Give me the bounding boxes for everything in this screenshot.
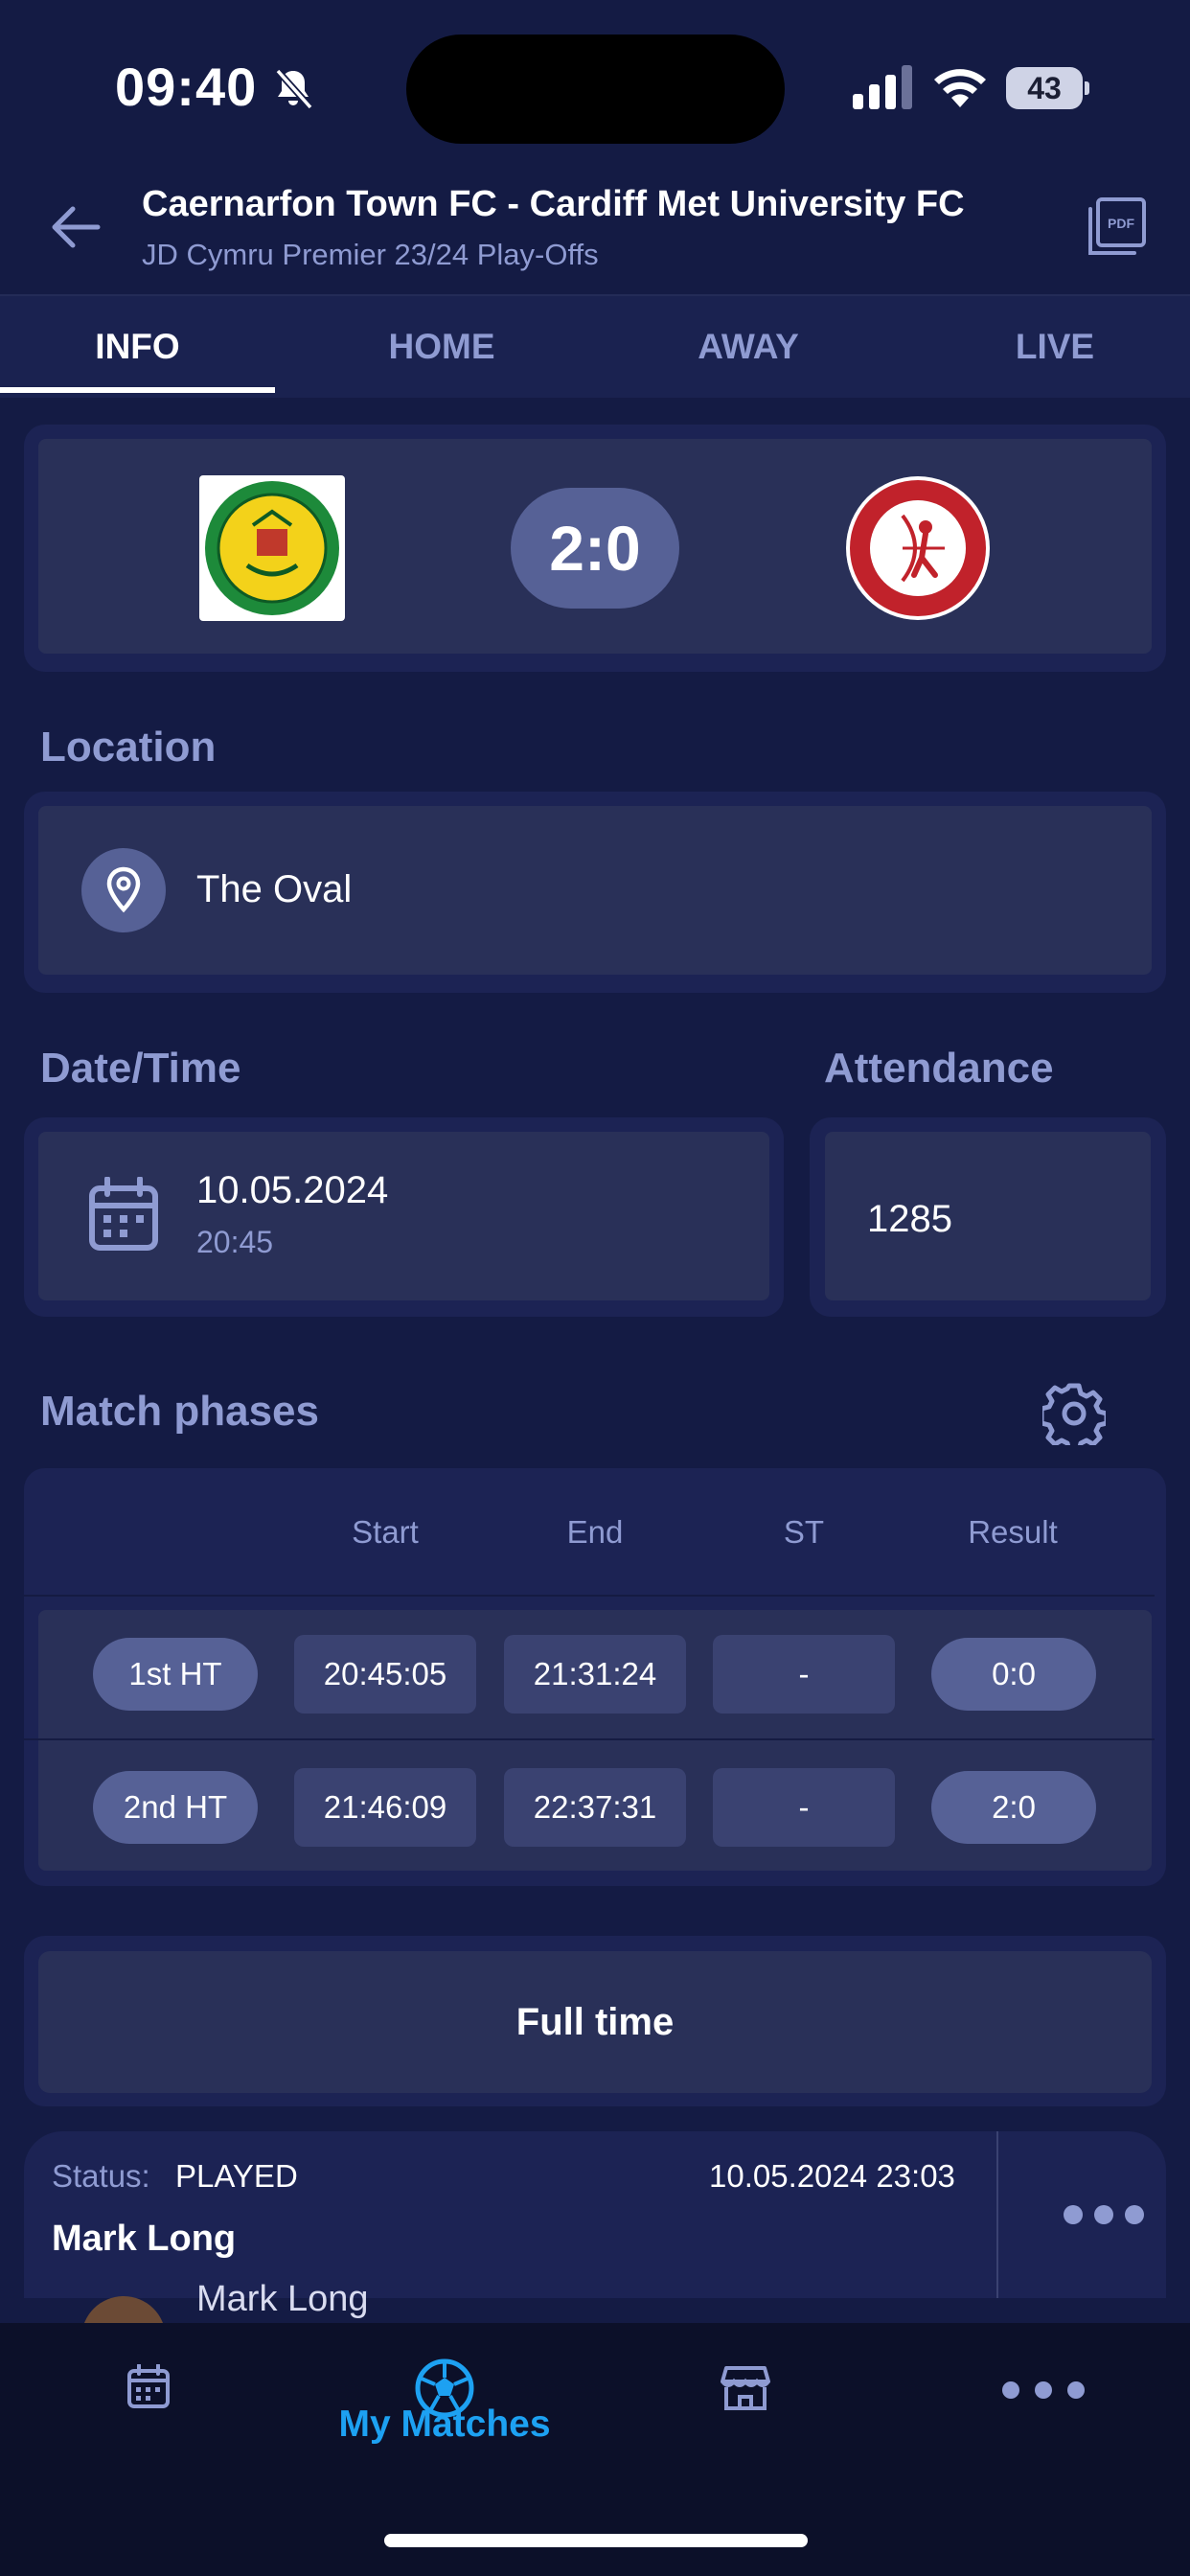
status-label: Status: bbox=[52, 2158, 150, 2194]
svg-text:PDF: PDF bbox=[1108, 216, 1134, 231]
col-start: Start bbox=[352, 1514, 419, 1550]
phase-end[interactable]: 22:37:31 bbox=[504, 1768, 686, 1847]
home-team-crest[interactable] bbox=[199, 475, 345, 621]
tab-bar: INFO HOME AWAY LIVE bbox=[0, 296, 1190, 398]
phase-label: 2nd HT bbox=[93, 1771, 258, 1844]
tab-home[interactable]: HOME bbox=[289, 296, 594, 398]
phase-end[interactable]: 21:31:24 bbox=[504, 1635, 686, 1714]
nav-my-matches[interactable]: My Matches bbox=[332, 2404, 558, 2446]
phase-st[interactable]: - bbox=[713, 1635, 895, 1714]
phase-label: 1st HT bbox=[93, 1638, 258, 1711]
location-value: The Oval bbox=[196, 868, 353, 910]
score-display: 2:0 bbox=[511, 488, 679, 609]
back-arrow-icon[interactable] bbox=[46, 197, 105, 257]
datetime-label: Date/Time bbox=[40, 1045, 241, 1092]
match-time: 20:45 bbox=[196, 1225, 274, 1259]
away-team-crest[interactable] bbox=[845, 475, 991, 621]
home-indicator bbox=[384, 2534, 808, 2547]
phase-st[interactable]: - bbox=[713, 1768, 895, 1847]
status-value: PLAYED bbox=[175, 2158, 298, 2194]
tab-live[interactable]: LIVE bbox=[903, 296, 1190, 398]
active-tab-indicator bbox=[0, 387, 275, 393]
tab-info[interactable]: INFO bbox=[0, 296, 275, 398]
calendar-nav-icon[interactable] bbox=[126, 2364, 171, 2408]
battery-indicator: 43 bbox=[1006, 67, 1089, 109]
more-options-icon[interactable] bbox=[1046, 2203, 1161, 2226]
phase-start[interactable]: 21:46:09 bbox=[294, 1768, 476, 1847]
match-date: 10.05.2024 bbox=[196, 1169, 389, 1211]
phase-result: 2:0 bbox=[931, 1771, 1096, 1844]
attendance-value: 1285 bbox=[867, 1198, 952, 1240]
wifi-icon bbox=[934, 69, 986, 107]
battery-level: 43 bbox=[1006, 67, 1083, 109]
location-icon-badge bbox=[81, 848, 166, 932]
match-competition: JD Cymru Premier 23/24 Play-Offs bbox=[142, 238, 599, 271]
status-timestamp: 10.05.2024 23:03 bbox=[709, 2158, 955, 2194]
match-title: Caernarfon Town FC - Cardiff Met Univers… bbox=[142, 184, 965, 224]
more-nav-icon[interactable] bbox=[1000, 2380, 1087, 2400]
tab-away[interactable]: AWAY bbox=[596, 296, 901, 398]
dynamic-island bbox=[406, 34, 785, 144]
home-crest-icon bbox=[205, 481, 339, 615]
referee-name: Mark Long bbox=[52, 2219, 237, 2259]
away-crest-icon bbox=[846, 476, 990, 620]
cellular-signal-icon bbox=[853, 65, 912, 109]
store-icon[interactable] bbox=[721, 2366, 770, 2410]
col-st: ST bbox=[783, 1514, 825, 1550]
bell-slash-icon bbox=[275, 68, 313, 110]
col-end: End bbox=[566, 1514, 624, 1550]
status-time: 09:40 bbox=[115, 57, 258, 117]
map-pin-icon bbox=[106, 866, 141, 913]
calendar-icon bbox=[89, 1177, 158, 1251]
location-label: Location bbox=[40, 724, 217, 770]
status-separator bbox=[996, 2131, 998, 2298]
full-time-button[interactable]: Full time bbox=[38, 1951, 1152, 2093]
phase-start[interactable]: 20:45:05 bbox=[294, 1635, 476, 1714]
pdf-export-icon[interactable]: PDF bbox=[1085, 196, 1148, 259]
attendance-label: Attendance bbox=[824, 1045, 1054, 1092]
match-phases-label: Match phases bbox=[40, 1388, 319, 1435]
list-item-name: Mark Long bbox=[196, 2279, 369, 2319]
col-result: Result bbox=[968, 1514, 1058, 1550]
phase-result: 0:0 bbox=[931, 1638, 1096, 1711]
gear-icon[interactable] bbox=[1042, 1382, 1106, 1445]
